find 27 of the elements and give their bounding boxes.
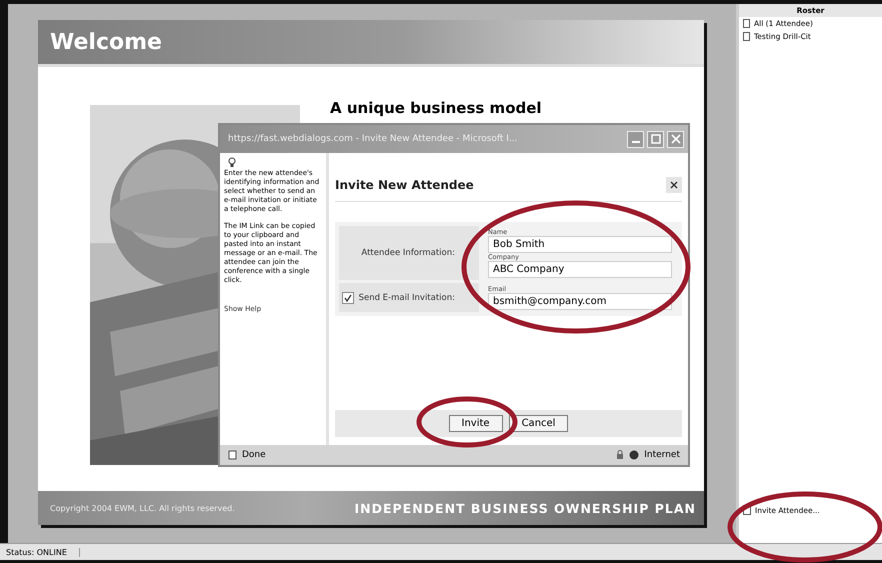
checkbox-label: Send E-mail Invitation: bbox=[358, 292, 455, 302]
page-icon bbox=[228, 450, 237, 460]
close-icon bbox=[670, 134, 680, 144]
copyright-text: Copyright 2004 EWM, LLC. All rights reserved. bbox=[50, 504, 235, 512]
slide-headline: A unique business model bbox=[330, 99, 542, 117]
lock-icon bbox=[616, 450, 624, 460]
input-field[interactable]: Bob Smith bbox=[488, 236, 672, 253]
status-text: Done bbox=[242, 450, 266, 460]
plan-title: INDEPENDENT BUSINESS OWNERSHIP PLAN bbox=[354, 500, 696, 516]
minimize-button[interactable] bbox=[627, 130, 644, 148]
invite-button[interactable]: Invite bbox=[448, 415, 503, 432]
section-label: Attendee Information: bbox=[361, 248, 455, 258]
input-field[interactable]: bsmith@company.com bbox=[488, 293, 672, 310]
dialog-heading: Invite New Attendee bbox=[335, 178, 474, 192]
close-icon bbox=[670, 181, 678, 189]
cancel-button[interactable]: Cancel bbox=[508, 415, 568, 432]
dialog-title: https://fast.webdialogs.com - Invite New Attendee - Microsoft I... bbox=[228, 134, 519, 144]
checkbox[interactable] bbox=[342, 292, 354, 304]
slide-title: Welcome bbox=[50, 30, 162, 54]
input-field[interactable]: ABC Company bbox=[488, 261, 672, 278]
zone-text: Internet bbox=[644, 450, 680, 460]
maximize-button[interactable] bbox=[647, 130, 664, 148]
maximize-icon bbox=[650, 134, 660, 144]
minimize-icon bbox=[632, 141, 640, 143]
close-button[interactable] bbox=[666, 177, 682, 193]
lightbulb-icon bbox=[228, 157, 236, 168]
status-text: Status: ONLINE bbox=[6, 548, 80, 556]
